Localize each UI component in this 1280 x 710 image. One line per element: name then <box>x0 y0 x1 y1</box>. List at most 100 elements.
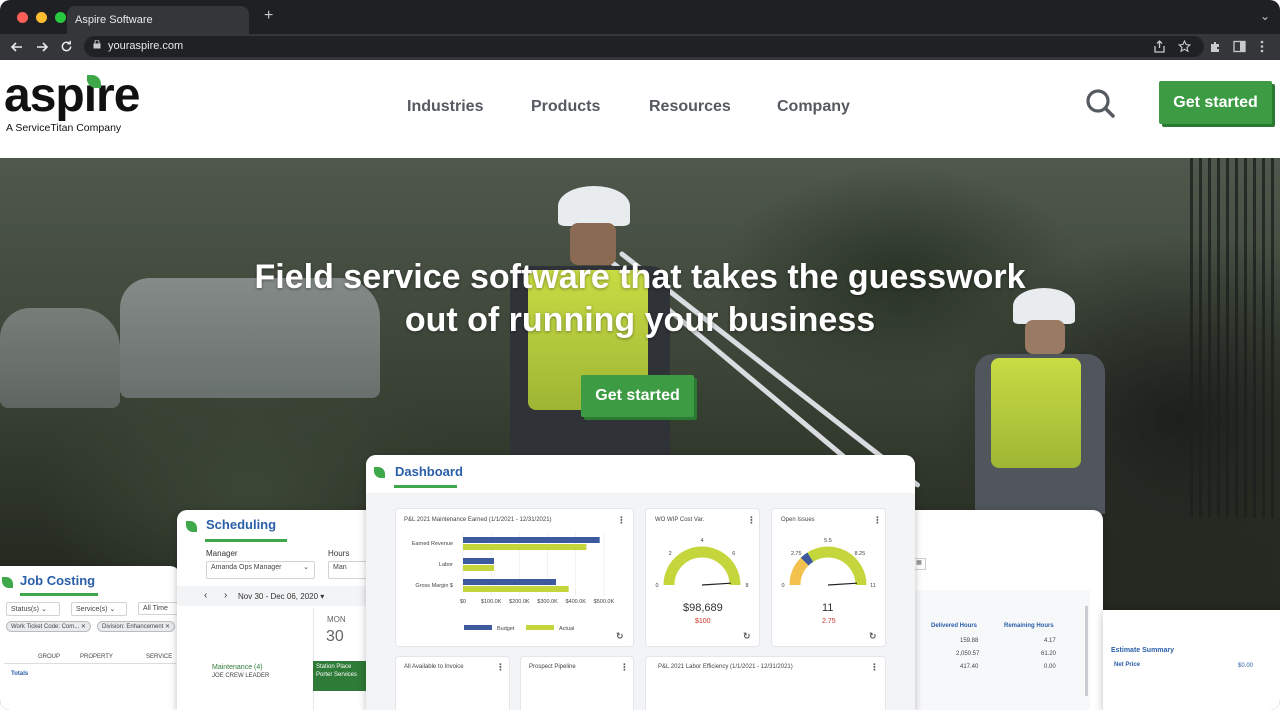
refresh-icon[interactable]: ↻ <box>869 631 877 642</box>
header-get-started-button[interactable]: Get started <box>1159 81 1272 124</box>
panel-menu-icon[interactable]: ⋮ <box>870 662 879 673</box>
previous-week-button[interactable]: ‹ <box>204 590 207 601</box>
service-filter[interactable]: Service(s) ⌄ <box>71 602 127 616</box>
refresh-icon[interactable]: ↻ <box>743 631 751 642</box>
category-label: Gross Margin $ <box>415 583 453 589</box>
share-icon[interactable] <box>1154 40 1165 53</box>
week-range[interactable]: Nov 30 - Dec 06, 2020 ▾ <box>238 592 324 601</box>
scrollbar[interactable] <box>1085 606 1088 696</box>
next-week-button[interactable]: › <box>224 590 227 601</box>
wip-gauge: 0 2 4 6 8 <box>655 538 748 589</box>
nav-resources[interactable]: Resources <box>649 98 731 116</box>
status-filter[interactable]: Status(s) ⌄ <box>6 602 60 616</box>
dashboard-card: Dashboard P&L 2021 Maintenance Earned (1… <box>366 455 915 710</box>
forward-icon[interactable] <box>35 40 49 54</box>
browser-menu-icon[interactable] <box>1259 40 1265 53</box>
logo-wordmark: aspire <box>4 69 140 122</box>
x-tick-label: $100.0K <box>481 599 502 605</box>
x-tick-label: $400.0K <box>565 599 586 605</box>
hero-title: Field service software that takes the gu… <box>254 258 1026 339</box>
hours-table-bg <box>900 590 1090 710</box>
x-tick-label: $300.0K <box>537 599 558 605</box>
legend-swatch <box>526 625 554 630</box>
panel-menu-icon[interactable]: ⋮ <box>496 662 505 673</box>
labor-efficiency-panel: P&L 2021 Labor Efficiency (1/1/2021 - 12… <box>646 657 885 710</box>
pl-maintenance-panel: P&L 2021 Maintenance Earned (1/1/2021 - … <box>396 509 633 646</box>
panel-title: Prospect Pipeline <box>529 664 576 670</box>
minimize-window-button[interactable] <box>36 12 47 23</box>
delivered-hours-header: Delivered Hours <box>931 623 978 629</box>
hours-estimate-card: ▦ Delivered Hours Remaining Hours 159.88… <box>900 510 1103 710</box>
address-bar[interactable]: youraspire.com <box>84 36 1204 57</box>
filter-chip[interactable]: Work Ticket Code: Com... ✕ <box>6 621 91 632</box>
browser-tab[interactable]: Aspire Software <box>67 6 249 34</box>
gauge-tick-label: 5.5 <box>824 538 832 544</box>
open-issues-panel: Open Issues ⋮ 0 2.75 5.5 8.25 11 11 2.75 ↻ <box>772 509 885 646</box>
gauge-tick-label: 0 <box>781 583 784 589</box>
window-controls <box>17 12 66 23</box>
estimate-summary-card: Estimate Summary Net Price $0.00 <box>1103 610 1280 710</box>
delivered-hours-cell: 159.88 <box>960 638 979 644</box>
x-tick-label: $500.0K <box>594 599 615 605</box>
filter-chip[interactable]: Division: Enhancement ✕ <box>97 621 176 632</box>
nav-company[interactable]: Company <box>777 98 850 116</box>
gauge-segment <box>663 546 741 586</box>
gauge-tick-label: 4 <box>700 538 703 544</box>
nav-industries[interactable]: Industries <box>407 98 483 116</box>
gauge-tick-label: 8 <box>745 583 748 589</box>
background-car <box>0 308 120 408</box>
pl-bar-chart: $0 $100.0K $200.0K $300.0K $400.0K $500.0K Ear… <box>412 533 615 632</box>
bar-actual <box>463 586 569 592</box>
legend-label: Actual <box>559 626 574 632</box>
delivered-hours-cell: 2,050.57 <box>956 651 980 657</box>
search-icon[interactable] <box>1085 88 1115 118</box>
browser-window: Aspire Software + ⌄ youraspire.com aspir… <box>0 0 1280 710</box>
extensions-icon[interactable] <box>1209 40 1222 53</box>
column-header-group: GROUP <box>38 654 61 660</box>
title-underline <box>205 539 287 542</box>
wip-cost-panel: WO WIP Cost Var. ⋮ 02468 $98,689 $100 ↻ <box>646 509 759 646</box>
job-costing-card: Job Costing Status(s) ⌄ Service(s) ⌄ All… <box>0 566 180 710</box>
gauge-tick-label: 2.75 <box>791 551 802 557</box>
day-number: 30 <box>326 628 344 645</box>
crew-row-label[interactable]: Maintenance (4) <box>212 664 263 671</box>
new-tab-button[interactable]: + <box>264 7 273 25</box>
gauge-segment <box>789 557 809 586</box>
bar-actual <box>463 544 587 550</box>
refresh-icon[interactable]: ↻ <box>616 631 624 642</box>
back-icon[interactable] <box>10 40 24 54</box>
x-tick-label: $200.0K <box>509 599 530 605</box>
manager-label: Manager <box>206 549 238 558</box>
gauge-segment <box>807 546 867 586</box>
job-costing-title: Job Costing <box>20 573 96 588</box>
tab-search-button[interactable]: ⌄ <box>1260 9 1270 23</box>
reload-icon[interactable] <box>60 40 73 53</box>
category-label: Earned Revenue <box>412 541 453 547</box>
x-tick-label: $0 <box>460 599 466 605</box>
tab-title: Aspire Software <box>75 14 153 26</box>
schedule-event[interactable]: Station Place Porter Services <box>313 661 367 691</box>
panel-menu-icon[interactable]: ⋮ <box>620 662 629 673</box>
event-title: Station Place <box>316 664 352 670</box>
hours-label: Hours <box>328 549 350 558</box>
issues-value: 11 <box>822 602 834 614</box>
aspire-logo[interactable]: aspire A ServiceTitan Company <box>4 69 140 135</box>
gauge-needle <box>827 582 857 586</box>
totals-label: Totals <box>11 671 29 677</box>
tab-bar: Aspire Software + ⌄ <box>0 0 1280 34</box>
remaining-hours-header: Remaining Hours <box>1004 623 1054 629</box>
side-panel-icon[interactable] <box>1233 40 1246 53</box>
manager-select[interactable]: Amanda Ops Manager ⌄ <box>206 561 315 579</box>
remaining-hours-cell: 61.20 <box>1041 651 1057 657</box>
nav-products[interactable]: Products <box>531 98 600 116</box>
bar-budget <box>463 537 600 543</box>
close-window-button[interactable] <box>17 12 28 23</box>
maximize-window-button[interactable] <box>55 12 66 23</box>
net-price-value: $0.00 <box>1238 663 1254 669</box>
column-header-property: PROPERTY <box>80 654 113 660</box>
hero-get-started-button[interactable]: Get started <box>581 375 694 417</box>
bookmark-star-icon[interactable] <box>1178 40 1191 53</box>
legend-label: Budget <box>497 626 515 632</box>
site-header: aspire A ServiceTitan Company Industries… <box>0 60 1280 158</box>
time-filter[interactable]: All Time <box>138 602 180 615</box>
